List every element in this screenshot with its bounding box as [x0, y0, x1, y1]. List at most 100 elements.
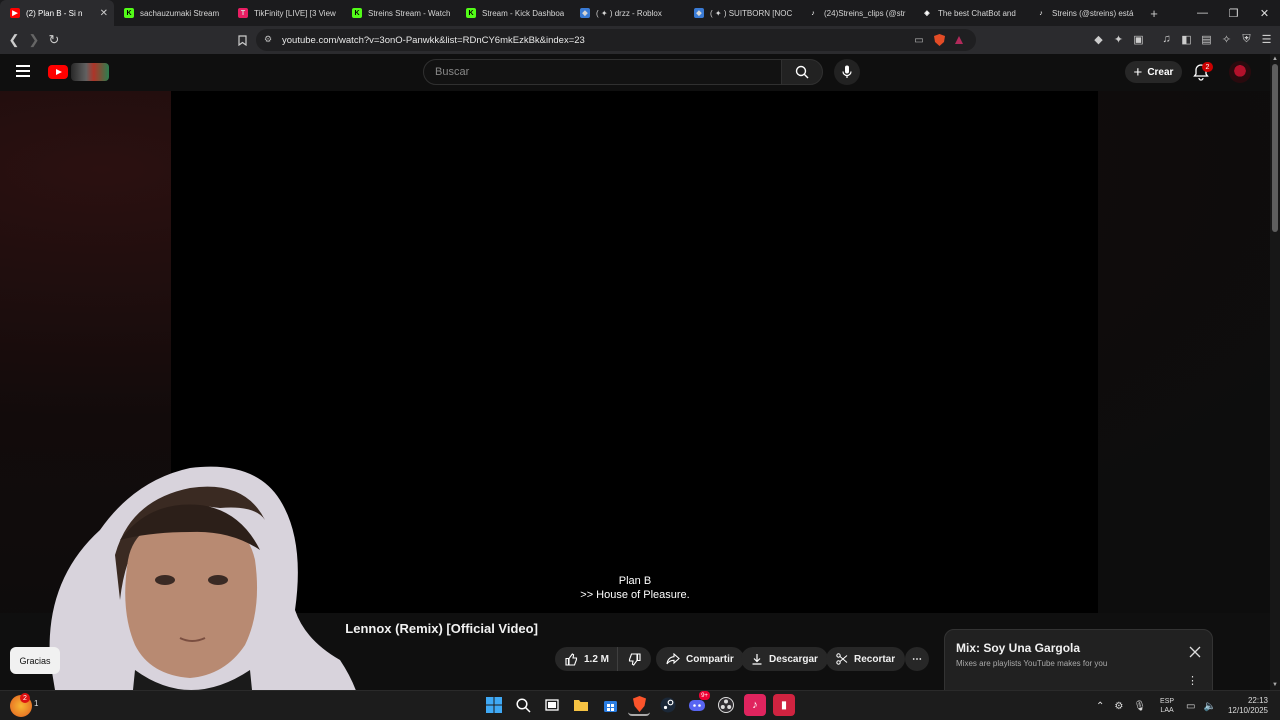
browser-tab[interactable]: ◈ The best ChatBot and — [912, 0, 1026, 26]
vpn-icon[interactable]: ⛨ — [1239, 30, 1254, 48]
site-info-icon[interactable]: ⚙ — [264, 34, 274, 46]
clock[interactable]: 22:13 12/10/2025 — [1228, 696, 1268, 716]
video-captions: Plan B >> House of Pleasure. — [575, 574, 695, 602]
back-icon[interactable]: ❮ — [4, 30, 24, 50]
minimize-icon[interactable]: — — [1187, 0, 1218, 26]
bookmark-icon[interactable] — [232, 30, 252, 50]
task-view-icon[interactable] — [541, 694, 563, 716]
voice-search-button[interactable] — [834, 59, 860, 85]
youtube-logo[interactable] — [48, 65, 68, 79]
tab-label: TikFinity [LIVE] [3 View — [254, 8, 336, 18]
search-input[interactable] — [435, 66, 781, 78]
cast-icon[interactable]: ▭ — [912, 32, 926, 48]
share-button[interactable]: Compartir — [656, 647, 744, 671]
menu-icon[interactable]: ☰ — [1259, 30, 1274, 48]
wallet-icon[interactable]: ▤ — [1199, 30, 1214, 48]
like-button[interactable]: 1.2 M — [555, 647, 619, 671]
restore-icon[interactable]: ❐ — [1218, 0, 1249, 26]
tab-label: (24)Streins_clips (@str — [824, 8, 906, 18]
youtube-doodle[interactable] — [71, 63, 109, 81]
download-group: Descargar — [741, 647, 828, 671]
volume-icon[interactable]: 🔈 — [1204, 701, 1216, 712]
scrollbar-thumb[interactable] — [1272, 64, 1278, 232]
close-tab-icon[interactable]: ✕ — [100, 8, 108, 19]
roblox-icon: ◆ — [694, 8, 704, 18]
chevron-up-icon[interactable]: ⌃ — [1096, 701, 1104, 712]
browser-tab[interactable]: K Streins Stream - Watch — [342, 0, 456, 26]
browser-tab[interactable]: ◆ ( ✦ ) SUITBORN [NOC — [684, 0, 798, 26]
language-indicator[interactable]: ESP LAA — [1160, 697, 1174, 715]
close-icon[interactable] — [1188, 645, 1202, 659]
tiktok-live-icon[interactable]: ♪ — [744, 694, 766, 716]
extensions-icon[interactable]: ✦ — [1111, 30, 1126, 48]
url-text: youtube.com/watch?v=3onO-Panwkk&list=RDn… — [282, 34, 585, 46]
tab-label: The best ChatBot and — [938, 8, 1016, 18]
microsoft-store-icon[interactable] — [599, 694, 621, 716]
screenshot-icon[interactable]: ▣ — [1131, 30, 1146, 48]
browser-tab[interactable]: ▶ (2) Plan B - Si n ✕ — [0, 0, 114, 26]
close-window-icon[interactable]: ✕ — [1249, 0, 1280, 26]
window-controls: — ❐ ✕ — [1187, 0, 1280, 26]
dislike-button[interactable] — [618, 647, 652, 671]
tab-label: Streins (@streins) está — [1052, 8, 1134, 18]
system-tray: ⌃ ⚙ 🎙 ESP LAA ▭ 🔈 22:13 12/10/2025 — [1096, 691, 1280, 720]
more-actions-button[interactable]: ⋯ — [905, 647, 929, 671]
file-explorer-icon[interactable] — [570, 694, 592, 716]
like-count: 1.2 M — [584, 653, 610, 665]
steam-icon[interactable] — [657, 694, 679, 716]
clip-button[interactable]: Recortar — [826, 647, 906, 671]
tab-label: sachauzumaki Stream — [140, 8, 220, 18]
search-icon[interactable] — [512, 694, 534, 716]
download-button[interactable]: Descargar — [741, 647, 828, 671]
download-label: Descargar — [769, 653, 818, 665]
browser-tab[interactable]: K sachauzumaki Stream — [114, 0, 228, 26]
windows-start-icon[interactable] — [483, 694, 505, 716]
mix-playlist-card[interactable]: Mix: Soy Una Gargola Mixes are playlists… — [944, 629, 1213, 691]
browser-tab[interactable]: K Stream - Kick Dashboa — [456, 0, 570, 26]
taskbar-apps: 9+ ♪ ▮ — [483, 691, 795, 716]
tab-label: Streins Stream - Watch — [368, 8, 450, 18]
avatar[interactable] — [1229, 61, 1251, 83]
forward-icon[interactable]: ❯ — [24, 30, 44, 50]
roblox-icon: ◆ — [580, 8, 590, 18]
extension-toolbar: ◆ ✦ ▣ ♫ ◧ ▤ ✧ ⛨ ☰ — [1091, 30, 1274, 48]
weather-badge: 2 — [20, 693, 30, 703]
new-tab-icon[interactable]: + — [1144, 6, 1164, 21]
page-scrollbar[interactable]: ▲ ▼ — [1270, 54, 1280, 690]
reload-icon[interactable]: ↻ — [44, 30, 64, 50]
media-icon[interactable]: ♫ — [1159, 30, 1174, 48]
browser-tab[interactable]: ♪ (24)Streins_clips (@str — [798, 0, 912, 26]
create-button[interactable]: + Crear — [1125, 61, 1182, 83]
menu-icon[interactable] — [16, 65, 30, 77]
chip-label: Gracias — [19, 655, 51, 666]
address-bar[interactable]: ⚙ youtube.com/watch?v=3onO-Panwkk&list=R… — [256, 29, 976, 51]
brave-shields-icon[interactable] — [932, 32, 946, 48]
browser-tab[interactable]: T TikFinity [LIVE] [3 View — [228, 0, 342, 26]
status-icons: ▭ 🔈 — [1186, 701, 1216, 712]
search-button[interactable] — [781, 59, 823, 85]
app-tray-icon[interactable]: ⚙ — [1114, 701, 1123, 712]
discord-icon[interactable]: 9+ — [686, 691, 710, 716]
sidebar-icon[interactable]: ◧ — [1179, 30, 1194, 48]
share-group: Compartir — [656, 647, 744, 671]
obs-icon[interactable] — [715, 694, 737, 716]
brave-browser-icon[interactable] — [628, 694, 650, 716]
brave-rewards-icon[interactable] — [952, 32, 966, 48]
microphone-icon[interactable]: 🎙 — [1133, 701, 1146, 712]
leo-ai-icon[interactable]: ✧ — [1219, 30, 1234, 48]
browser-tab[interactable]: ♪ Streins (@streins) está — [1026, 0, 1140, 26]
caption-line: Plan B — [618, 575, 652, 587]
search-box[interactable] — [423, 59, 782, 85]
video-title-end: Lennox (Remix) [Official Video] — [345, 621, 538, 636]
browser-tab[interactable]: ◆ ( ✦ ) drzz - Roblox — [570, 0, 684, 26]
youtube-icon: ▶ — [10, 8, 20, 18]
comment-chip[interactable]: Gracias — [10, 647, 60, 674]
tab-label: ( ✦ ) SUITBORN [NOC — [710, 8, 792, 18]
scroll-up-icon[interactable]: ▲ — [1272, 56, 1278, 62]
extension-diamond-icon[interactable]: ◆ — [1091, 30, 1106, 48]
like-dislike-group: 1.2 M — [555, 647, 652, 671]
tikfinity-icon[interactable]: ▮ — [773, 694, 795, 716]
more-vertical-icon[interactable]: ⋮ — [1187, 674, 1198, 687]
network-icon[interactable]: ▭ — [1186, 701, 1195, 712]
scroll-down-icon[interactable]: ▼ — [1272, 682, 1278, 688]
